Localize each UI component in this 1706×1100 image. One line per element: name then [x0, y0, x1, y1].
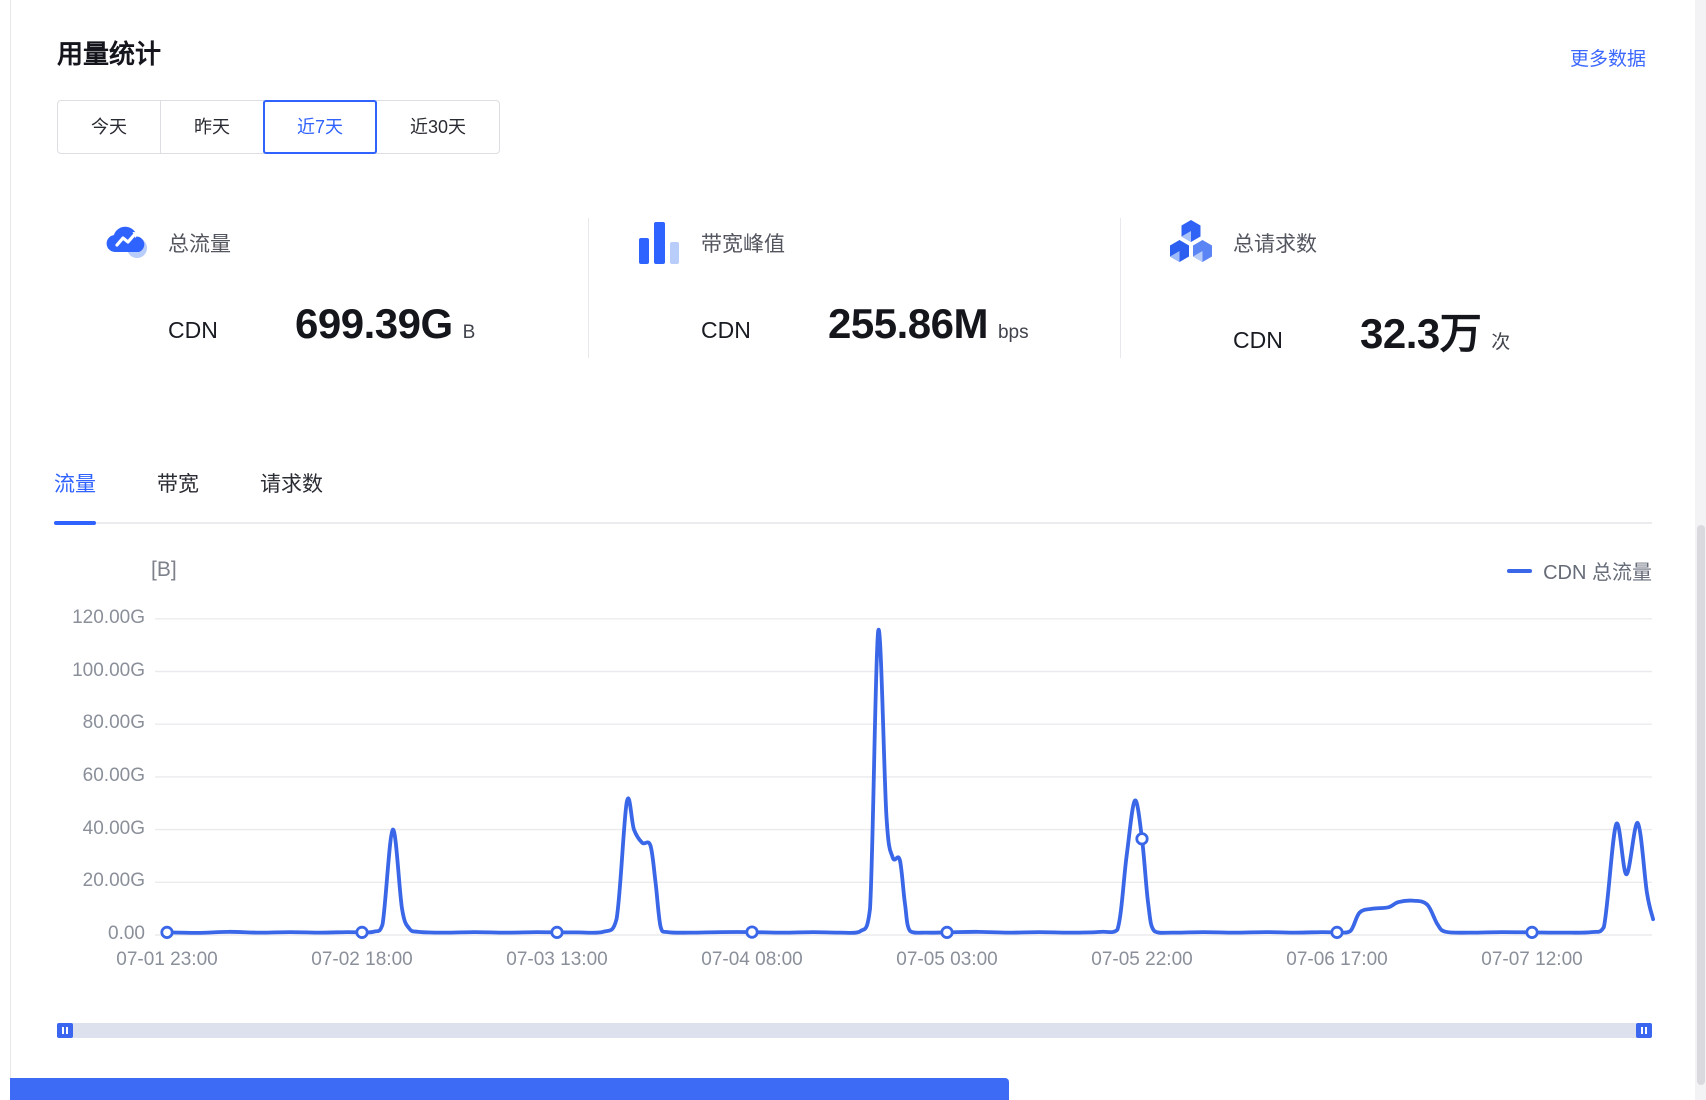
page-scrollbar-thumb[interactable]: [1697, 525, 1705, 1085]
chart-metric-tabs: 流量 带宽 请求数: [54, 468, 1652, 524]
bottom-partial-panel: [10, 1078, 1009, 1100]
stat-product: CDN: [168, 317, 295, 344]
y-axis-tick-label: 20.00G: [35, 870, 145, 892]
requests-cubes-icon: [1168, 218, 1214, 266]
x-axis-tick-label: 07-06 17:00: [1252, 949, 1422, 971]
stat-label: 带宽峰值: [701, 228, 785, 258]
data-point-marker: [1527, 927, 1537, 937]
data-point-marker: [552, 927, 562, 937]
stat-unit: 次: [1491, 327, 1510, 354]
x-axis-tick-label: 07-05 03:00: [862, 949, 1032, 971]
legend-item-cdn-traffic[interactable]: CDN 总流量: [1507, 556, 1652, 585]
data-point-marker: [1137, 834, 1147, 844]
x-axis-tick-label: 07-03 13:00: [472, 949, 642, 971]
chart-tab-traffic[interactable]: 流量: [54, 468, 96, 522]
stat-divider: [588, 218, 589, 358]
y-axis-tick-label: 40.00G: [35, 818, 145, 840]
datazoom-left-handle[interactable]: [57, 1023, 73, 1038]
range-tab-yesterday[interactable]: 昨天: [161, 101, 264, 153]
range-tab-today[interactable]: 今天: [58, 101, 161, 153]
y-axis-tick-label: 0.00: [35, 923, 145, 945]
more-data-link[interactable]: 更多数据: [1570, 44, 1646, 71]
data-point-marker: [162, 927, 172, 937]
stat-card-peak-bandwidth: 带宽峰值 CDN 255.86M bps: [636, 218, 1076, 358]
stat-product: CDN: [701, 317, 828, 344]
data-point-marker: [1332, 927, 1342, 937]
stat-unit: bps: [998, 322, 1029, 344]
stat-value: 255.86M: [828, 300, 988, 348]
x-axis-tick-label: 07-04 08:00: [667, 949, 837, 971]
usage-statistics-panel: 用量统计 更多数据 今天 昨天 近7天 近30天 总流量 CDN 699.39G…: [0, 0, 1706, 1100]
bandwidth-bars-icon: [636, 218, 682, 266]
cloud-traffic-icon: [103, 218, 149, 266]
x-axis-tick-label: 07-02 18:00: [277, 949, 447, 971]
x-axis-tick-label: 07-01 23:00: [82, 949, 252, 971]
stat-product: CDN: [1233, 327, 1360, 354]
page-scrollbar-track[interactable]: [1695, 0, 1706, 1100]
y-axis-tick-label: 120.00G: [35, 607, 145, 629]
x-axis-tick-label: 07-07 12:00: [1447, 949, 1617, 971]
stat-label: 总流量: [168, 228, 231, 258]
stat-divider: [1120, 218, 1121, 358]
traffic-line-chart: [0, 0, 1706, 1100]
y-axis-tick-label: 80.00G: [35, 712, 145, 734]
y-axis-unit-label: [B]: [151, 558, 177, 582]
data-point-marker: [357, 927, 367, 937]
page-title: 用量统计: [57, 34, 161, 71]
stat-card-total-requests: 总请求数 CDN 32.3万 次: [1168, 218, 1608, 358]
data-point-marker: [942, 927, 952, 937]
datazoom-right-handle[interactable]: [1636, 1023, 1652, 1038]
panel-left-border: [10, 0, 11, 1100]
range-tab-last30days[interactable]: 近30天: [377, 101, 499, 153]
stat-label: 总请求数: [1233, 228, 1317, 258]
y-axis-tick-label: 100.00G: [35, 660, 145, 682]
legend-line-swatch: [1507, 569, 1532, 573]
stat-value: 699.39G: [295, 300, 453, 348]
y-axis-tick-label: 60.00G: [35, 765, 145, 787]
x-axis-tick-label: 07-05 22:00: [1057, 949, 1227, 971]
chart-tab-requests[interactable]: 请求数: [260, 468, 323, 522]
stat-unit: B: [463, 322, 476, 344]
datazoom-slider-track[interactable]: [57, 1023, 1652, 1038]
date-range-tabs: 今天 昨天 近7天 近30天: [57, 100, 500, 154]
stat-value: 32.3万: [1360, 300, 1481, 361]
legend-label: CDN 总流量: [1543, 556, 1652, 585]
range-tab-last7days[interactable]: 近7天: [264, 101, 377, 153]
data-point-marker: [747, 927, 757, 937]
chart-tab-bandwidth[interactable]: 带宽: [157, 468, 199, 522]
stat-card-total-traffic: 总流量 CDN 699.39G B: [103, 218, 543, 358]
